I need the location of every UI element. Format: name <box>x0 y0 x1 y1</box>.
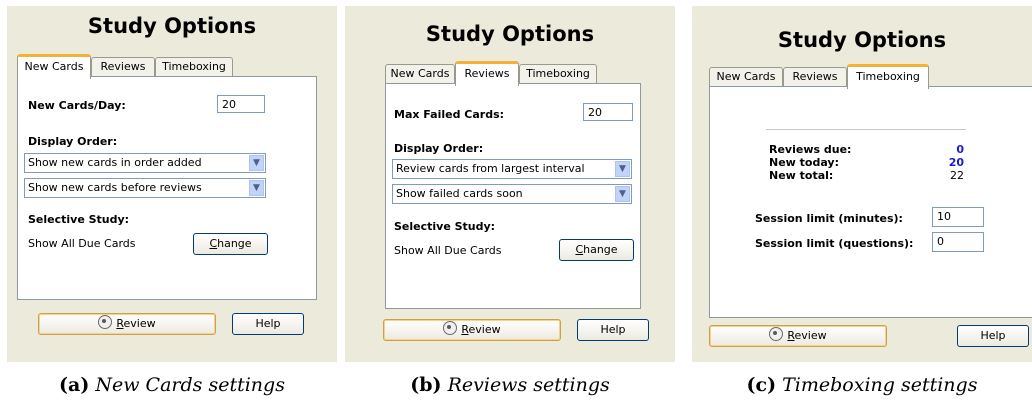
panel-reviews: Study Options New Cards Reviews Timeboxi… <box>345 6 675 362</box>
chevron-down-icon[interactable]: ▼ <box>615 186 630 202</box>
new-cards-per-day-input[interactable]: 20 <box>217 95 265 113</box>
tab-reviews[interactable]: Reviews <box>783 67 847 86</box>
reviews-due-value: 0 <box>956 143 964 156</box>
tab-new-cards[interactable]: New Cards <box>385 64 455 83</box>
mnemonic: R <box>787 329 795 342</box>
reviews-due-label: Reviews due: <box>769 143 852 156</box>
mnemonic: R <box>116 317 124 330</box>
review-icon <box>769 327 784 341</box>
tab-reviews[interactable]: Reviews <box>91 57 155 76</box>
panel-new-cards: Study Options New Cards Reviews Timeboxi… <box>7 6 337 362</box>
dialog-title: Study Options <box>777 28 947 52</box>
session-minutes-input[interactable]: 10 <box>932 207 984 227</box>
new-today-value: 20 <box>948 156 964 169</box>
change-button[interactable]: Change <box>193 233 268 255</box>
help-button[interactable]: Help <box>232 313 304 335</box>
tab-timeboxing[interactable]: Timeboxing <box>847 64 929 89</box>
review-button-label: eview <box>123 317 156 330</box>
caption-letter: (a) <box>59 374 90 396</box>
tab-content: New Cards/Day: 20 Display Order: Show ne… <box>17 76 317 300</box>
display-order-label: Display Order: <box>394 142 484 155</box>
session-questions-label: Session limit (questions): <box>755 237 914 250</box>
tab-content: Reviews due: 0 New today: 20 New total: … <box>709 86 1032 318</box>
new-cards-per-day-label: New Cards/Day: <box>28 99 126 112</box>
failed-card-spacing-select[interactable]: Show failed cards soon ▼ <box>392 184 632 204</box>
selective-study-label: Selective Study: <box>28 213 130 226</box>
review-icon <box>98 315 113 329</box>
review-button-label: eview <box>794 329 827 342</box>
new-card-spacing-select[interactable]: Show new cards before reviews ▼ <box>24 178 266 198</box>
tab-new-cards[interactable]: New Cards <box>17 54 91 79</box>
new-total-label: New total: <box>769 169 834 182</box>
max-failed-cards-input[interactable]: 20 <box>583 103 633 121</box>
caption-letter: (b) <box>410 374 442 396</box>
caption-c: (c) Timeboxing settings <box>692 374 1032 396</box>
caption-a: (a) New Cards settings <box>7 374 337 396</box>
session-minutes-label: Session limit (minutes): <box>755 212 903 225</box>
tab-timeboxing[interactable]: Timeboxing <box>519 64 597 83</box>
caption-letter: (c) <box>746 374 777 396</box>
change-button[interactable]: Change <box>559 239 634 261</box>
mnemonic: C <box>575 243 584 256</box>
select-value: Show new cards before reviews <box>28 181 202 194</box>
review-button[interactable]: Review <box>709 325 887 347</box>
stats-divider <box>766 129 966 130</box>
selective-study-value: Show All Due Cards <box>28 237 136 250</box>
mnemonic: R <box>461 323 469 336</box>
change-button-label: hange <box>583 243 618 256</box>
chevron-down-icon[interactable]: ▼ <box>615 161 630 177</box>
selective-study-label: Selective Study: <box>394 220 496 233</box>
mnemonic: C <box>209 237 218 250</box>
dialog-title: Study Options <box>87 14 257 38</box>
tab-reviews[interactable]: Reviews <box>455 61 519 86</box>
tab-content: Max Failed Cards: 20 Display Order: Revi… <box>385 83 641 309</box>
dialog-title: Study Options <box>425 22 595 46</box>
new-total-value: 22 <box>950 169 964 182</box>
select-value: Show new cards in order added <box>28 156 202 169</box>
help-button[interactable]: Help <box>957 325 1029 347</box>
caption-text: Reviews settings <box>447 374 610 396</box>
caption-text: Timeboxing settings <box>782 374 978 396</box>
tab-bar: New Cards Reviews Timeboxing <box>17 54 315 79</box>
help-button[interactable]: Help <box>577 319 649 341</box>
session-questions-input[interactable]: 0 <box>932 232 984 252</box>
new-today-label: New today: <box>769 156 840 169</box>
change-button-label: hange <box>217 237 252 250</box>
tab-bar: New Cards Reviews Timeboxing <box>385 61 683 86</box>
review-button-label: eview <box>468 323 501 336</box>
caption-text: New Cards settings <box>95 374 285 396</box>
select-value: Review cards from largest interval <box>396 162 585 175</box>
panel-timeboxing: Study Options New Cards Reviews Timeboxi… <box>692 6 1032 362</box>
display-order-label: Display Order: <box>28 135 118 148</box>
review-order-select[interactable]: Review cards from largest interval ▼ <box>392 159 632 179</box>
selective-study-value: Show All Due Cards <box>394 244 502 257</box>
caption-b: (b) Reviews settings <box>345 374 675 396</box>
review-icon <box>443 321 458 335</box>
chevron-down-icon[interactable]: ▼ <box>249 180 264 196</box>
select-value: Show failed cards soon <box>396 187 523 200</box>
chevron-down-icon[interactable]: ▼ <box>249 155 264 171</box>
tab-timeboxing[interactable]: Timeboxing <box>155 57 233 76</box>
new-card-order-select[interactable]: Show new cards in order added ▼ <box>24 153 266 173</box>
tab-bar: New Cards Reviews Timeboxing <box>709 64 1032 89</box>
max-failed-cards-label: Max Failed Cards: <box>394 108 505 121</box>
review-button[interactable]: Review <box>38 313 216 335</box>
review-button[interactable]: Review <box>383 319 561 341</box>
tab-new-cards[interactable]: New Cards <box>709 67 783 86</box>
